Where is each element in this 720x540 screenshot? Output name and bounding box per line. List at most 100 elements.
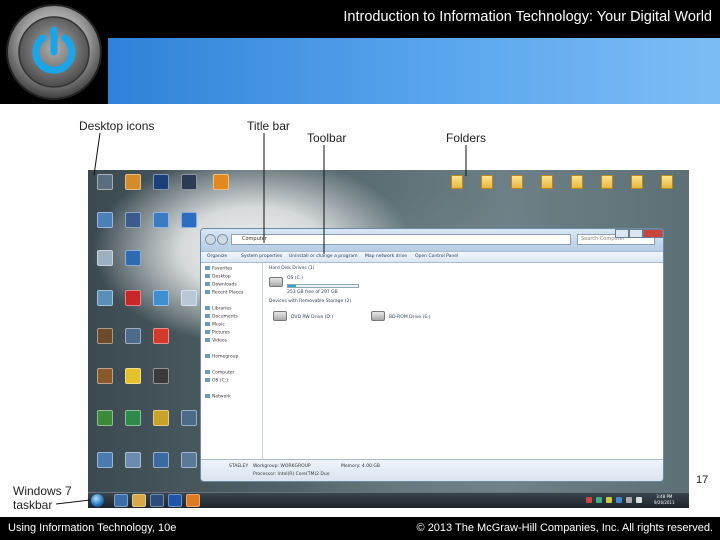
address-bar[interactable]: Computer	[231, 234, 571, 245]
nav-favorites[interactable]: Favorites	[205, 266, 232, 272]
hard-drive-icon[interactable]	[269, 277, 283, 287]
desktop-icon[interactable]	[90, 328, 120, 350]
footer-copyright: © 2013 The McGraw-Hill Companies, Inc. A…	[416, 522, 713, 534]
desktop-icon[interactable]	[146, 290, 176, 312]
os-drive-free: 253 GB free of 297 GB	[287, 290, 338, 295]
desktop-icon[interactable]	[90, 212, 120, 234]
desktop-icon[interactable]	[90, 410, 120, 432]
word-taskbar-icon[interactable]	[168, 494, 182, 507]
folder-icon[interactable]	[624, 175, 650, 194]
desktop-icon[interactable]	[118, 174, 148, 196]
slide-title: Introduction to Information Technology: …	[343, 9, 712, 25]
maximize-button[interactable]	[629, 229, 643, 238]
desktop-icon[interactable]	[90, 290, 120, 312]
folder-icon[interactable]	[444, 175, 470, 194]
nav-documents[interactable]: Documents	[205, 314, 238, 320]
bd-drive-icon[interactable]	[371, 311, 385, 321]
recycle-bin-icon[interactable]	[90, 250, 120, 272]
desktop-icon[interactable]	[146, 212, 176, 234]
desktop-icon[interactable]	[146, 452, 176, 474]
minimize-button[interactable]	[615, 229, 629, 238]
nav-network[interactable]: Network	[205, 394, 231, 400]
callout-taskbar-line2: taskbar	[13, 498, 53, 512]
desktop-icon[interactable]	[206, 174, 236, 196]
dvd-drive-label[interactable]: DVD RW Drive (D:)	[291, 315, 333, 320]
network-tray-icon[interactable]	[626, 497, 632, 503]
toolbar-organize[interactable]: Organize	[207, 254, 227, 259]
slide-footer: Using Information Technology, 10e © 2013…	[0, 517, 720, 540]
callout-desktop-icons: Desktop icons	[79, 119, 155, 133]
desktop-icon[interactable]	[146, 368, 176, 390]
nav-desktop[interactable]: Desktop	[205, 274, 231, 280]
nav-homegroup[interactable]: Homegroup	[205, 354, 238, 360]
nav-videos[interactable]: Videos	[205, 338, 227, 344]
tray-icon[interactable]	[586, 497, 592, 503]
toolbar-system-properties[interactable]: System properties	[241, 254, 282, 259]
back-button[interactable]	[205, 234, 216, 245]
power-button-icon	[6, 4, 102, 100]
callout-taskbar-line1: Windows 7	[13, 484, 72, 498]
media-player-taskbar-icon[interactable]	[150, 494, 164, 507]
close-button[interactable]	[643, 229, 663, 238]
folder-icon[interactable]	[534, 175, 560, 194]
desktop-icon[interactable]	[174, 174, 204, 196]
folder-icon[interactable]	[504, 175, 530, 194]
desktop-icon[interactable]	[118, 212, 148, 234]
toolbar-uninstall-program[interactable]: Uninstall or change a program	[289, 254, 357, 259]
navigation-pane: Favorites Desktop Downloads Recent Place…	[201, 263, 263, 459]
os-drive-label[interactable]: OS (C:)	[287, 276, 303, 281]
nav-downloads[interactable]: Downloads	[205, 282, 237, 288]
bd-drive-label[interactable]: BD-ROM Drive (E:)	[389, 315, 430, 320]
desktop-icon[interactable]	[90, 452, 120, 474]
desktop-icons-pointer	[93, 132, 101, 176]
dvd-drive-icon[interactable]	[273, 311, 287, 321]
desktop-icon[interactable]	[90, 174, 120, 196]
toolbar-map-network-drive[interactable]: Map network drive	[365, 254, 407, 259]
toolbar-open-control-panel[interactable]: Open Control Panel	[415, 254, 458, 259]
explorer-window[interactable]: Computer Search Computer Organize System…	[200, 228, 664, 482]
windows7-taskbar: 3:48 PM 9/26/2011	[88, 492, 689, 508]
windows7-desktop-screenshot: Computer Search Computer Organize System…	[88, 170, 689, 508]
desktop-icon[interactable]	[118, 452, 148, 474]
header-blue-band	[108, 38, 720, 104]
explorer-toolbar: Organize System properties Uninstall or …	[201, 251, 663, 263]
nav-pictures[interactable]: Pictures	[205, 330, 230, 336]
clock-date: 9/26/2011	[654, 500, 675, 505]
nav-music[interactable]: Music	[205, 322, 225, 328]
tray-icon[interactable]	[606, 497, 612, 503]
tray-icon[interactable]	[596, 497, 602, 503]
volume-tray-icon[interactable]	[636, 497, 642, 503]
desktop-icon[interactable]	[118, 328, 148, 350]
nav-computer[interactable]: Computer	[205, 370, 234, 376]
ie-taskbar-icon[interactable]	[114, 494, 128, 507]
tray-icon[interactable]	[616, 497, 622, 503]
start-button[interactable]	[91, 494, 104, 507]
hard-disks-header: Hard Disk Drives (1)	[269, 266, 315, 271]
folder-icon[interactable]	[654, 175, 680, 194]
desktop-icon[interactable]	[90, 368, 120, 390]
desktop-icon[interactable]	[118, 290, 148, 312]
nav-recent-places[interactable]: Recent Places	[205, 290, 243, 296]
desktop-icon[interactable]	[146, 328, 176, 350]
removable-header: Devices with Removable Storage (2)	[269, 299, 352, 304]
folder-icon[interactable]	[474, 175, 500, 194]
desktop-icon[interactable]	[146, 174, 176, 196]
details-workgroup: Workgroup: WORKGROUP	[253, 464, 311, 469]
nav-os-drive[interactable]: OS (C:)	[205, 378, 228, 384]
folder-icon[interactable]	[594, 175, 620, 194]
taskbar-clock[interactable]: 3:48 PM 9/26/2011	[654, 494, 675, 506]
callout-folders: Folders	[446, 131, 487, 145]
forward-button[interactable]	[217, 234, 228, 245]
nav-libraries[interactable]: Libraries	[205, 306, 231, 312]
desktop-icon[interactable]	[118, 368, 148, 390]
callout-title-bar: Title bar	[247, 119, 290, 133]
callout-toolbar: Toolbar	[307, 131, 347, 145]
folder-icon[interactable]	[564, 175, 590, 194]
explorer-title-bar[interactable]: Computer Search Computer	[201, 229, 663, 251]
desktop-icon[interactable]	[146, 410, 176, 432]
slide-header: Introduction to Information Technology: …	[0, 0, 720, 104]
outlook-taskbar-icon[interactable]	[186, 494, 200, 507]
desktop-icon[interactable]	[118, 410, 148, 432]
desktop-icon[interactable]	[118, 250, 148, 272]
explorer-taskbar-icon[interactable]	[132, 494, 146, 507]
